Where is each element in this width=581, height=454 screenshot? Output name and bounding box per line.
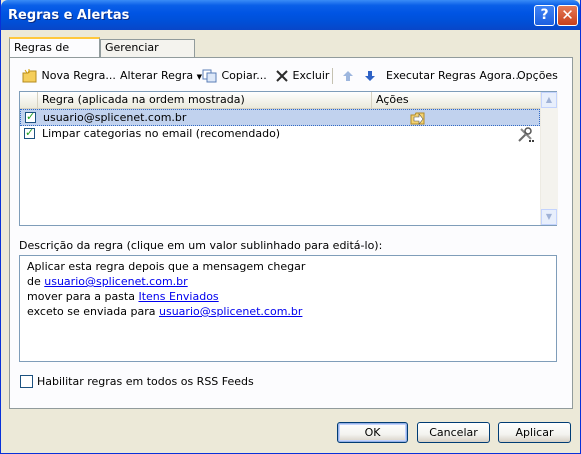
list-item[interactable]: Limpar categorias no email (recomendado) bbox=[20, 125, 540, 143]
exception-link[interactable]: usuario@splicenet.com.br bbox=[159, 305, 302, 318]
run-rules-button[interactable]: Executar Regras Agora... bbox=[386, 67, 522, 85]
arrow-up-icon bbox=[343, 71, 353, 81]
help-button[interactable]: ? bbox=[534, 5, 555, 26]
description-text: mover para a pasta bbox=[27, 290, 139, 303]
new-rule-icon bbox=[22, 69, 37, 83]
description-text: exceto se enviada para bbox=[27, 305, 159, 318]
move-down-button[interactable] bbox=[364, 67, 376, 85]
rule-checkbox[interactable] bbox=[25, 109, 36, 125]
change-rule-label: Alterar Regra bbox=[120, 69, 194, 82]
copy-icon bbox=[202, 69, 217, 83]
description-line: exceto se enviada para usuario@splicenet… bbox=[27, 304, 556, 319]
list-header: Regra (aplicada na ordem mostrada) Ações bbox=[20, 92, 540, 109]
rss-rules-label[interactable]: Habilitar regras em todos os RSS Feeds bbox=[37, 375, 254, 388]
tools-icon bbox=[518, 127, 534, 142]
delete-x-icon bbox=[276, 70, 288, 82]
move-up-button[interactable] bbox=[342, 67, 354, 85]
rules-list[interactable]: Regra (aplicada na ordem mostrada) Ações… bbox=[19, 91, 558, 226]
scroll-up-button[interactable]: ▲ bbox=[541, 92, 557, 108]
delete-label: Excluir bbox=[292, 69, 330, 82]
column-actions[interactable]: Ações bbox=[372, 92, 540, 108]
rules-list-scrollbar[interactable]: ▲ ▼ bbox=[540, 92, 558, 225]
copy-label: Copiar... bbox=[221, 69, 267, 82]
copy-button[interactable]: Copiar... bbox=[202, 67, 267, 85]
description-text: de bbox=[27, 275, 45, 288]
rules-alerts-dialog: Regras e Alertas ? ✕ Regras de Email Ger… bbox=[0, 0, 581, 454]
toolbar-separator bbox=[332, 68, 333, 84]
list-item[interactable]: usuario@splicenet.com.br bbox=[20, 109, 540, 126]
description-line: Aplicar esta regra depois que a mensagem… bbox=[27, 260, 306, 273]
run-rules-label: Executar Regras Agora... bbox=[386, 69, 523, 82]
new-rule-label: Nova Regra... bbox=[41, 69, 116, 82]
options-label: Opções bbox=[517, 69, 558, 82]
column-actions-label: Ações bbox=[376, 93, 409, 106]
ok-button[interactable]: OK bbox=[337, 422, 408, 443]
description-line: mover para a pasta Itens Enviados bbox=[27, 289, 556, 304]
sender-link[interactable]: usuario@splicenet.com.br bbox=[44, 275, 187, 288]
column-rule[interactable]: Regra (aplicada na ordem mostrada) bbox=[38, 92, 372, 108]
window-title: Regras e Alertas bbox=[8, 8, 130, 23]
close-button[interactable]: ✕ bbox=[557, 5, 578, 26]
description-label: Descrição da regra (clique em um valor s… bbox=[19, 239, 383, 252]
tab-manage-alerts[interactable]: Gerenciar Alertas bbox=[100, 39, 195, 70]
cancel-button[interactable]: Cancelar bbox=[417, 422, 490, 443]
options-button[interactable]: Opções bbox=[517, 67, 558, 85]
rule-checkbox[interactable] bbox=[24, 125, 35, 141]
title-bar[interactable]: Regras e Alertas ? ✕ bbox=[1, 0, 580, 30]
folder-link[interactable]: Itens Enviados bbox=[138, 290, 218, 303]
rss-rules-checkbox[interactable] bbox=[20, 375, 33, 388]
rule-label: Limpar categorias no email (recomendado) bbox=[42, 127, 281, 140]
new-rule-button[interactable]: Nova Regra... bbox=[22, 67, 116, 85]
column-rule-label: Regra (aplicada na ordem mostrada) bbox=[42, 93, 245, 106]
move-to-folder-icon bbox=[410, 112, 425, 125]
apply-button[interactable]: Aplicar bbox=[498, 422, 571, 443]
delete-button[interactable]: Excluir bbox=[275, 67, 329, 85]
change-rule-button[interactable]: Alterar Regra ▼ bbox=[120, 67, 202, 85]
rule-description-box: Aplicar esta regra depois que a mensagem… bbox=[19, 255, 557, 362]
rule-label: usuario@splicenet.com.br bbox=[43, 111, 187, 124]
description-line: de usuario@splicenet.com.br bbox=[27, 274, 556, 289]
scroll-down-button[interactable]: ▼ bbox=[541, 209, 557, 225]
column-checkbox[interactable] bbox=[20, 92, 38, 108]
tab-email-rules[interactable]: Regras de Email bbox=[9, 37, 100, 72]
arrow-down-icon bbox=[365, 71, 375, 81]
